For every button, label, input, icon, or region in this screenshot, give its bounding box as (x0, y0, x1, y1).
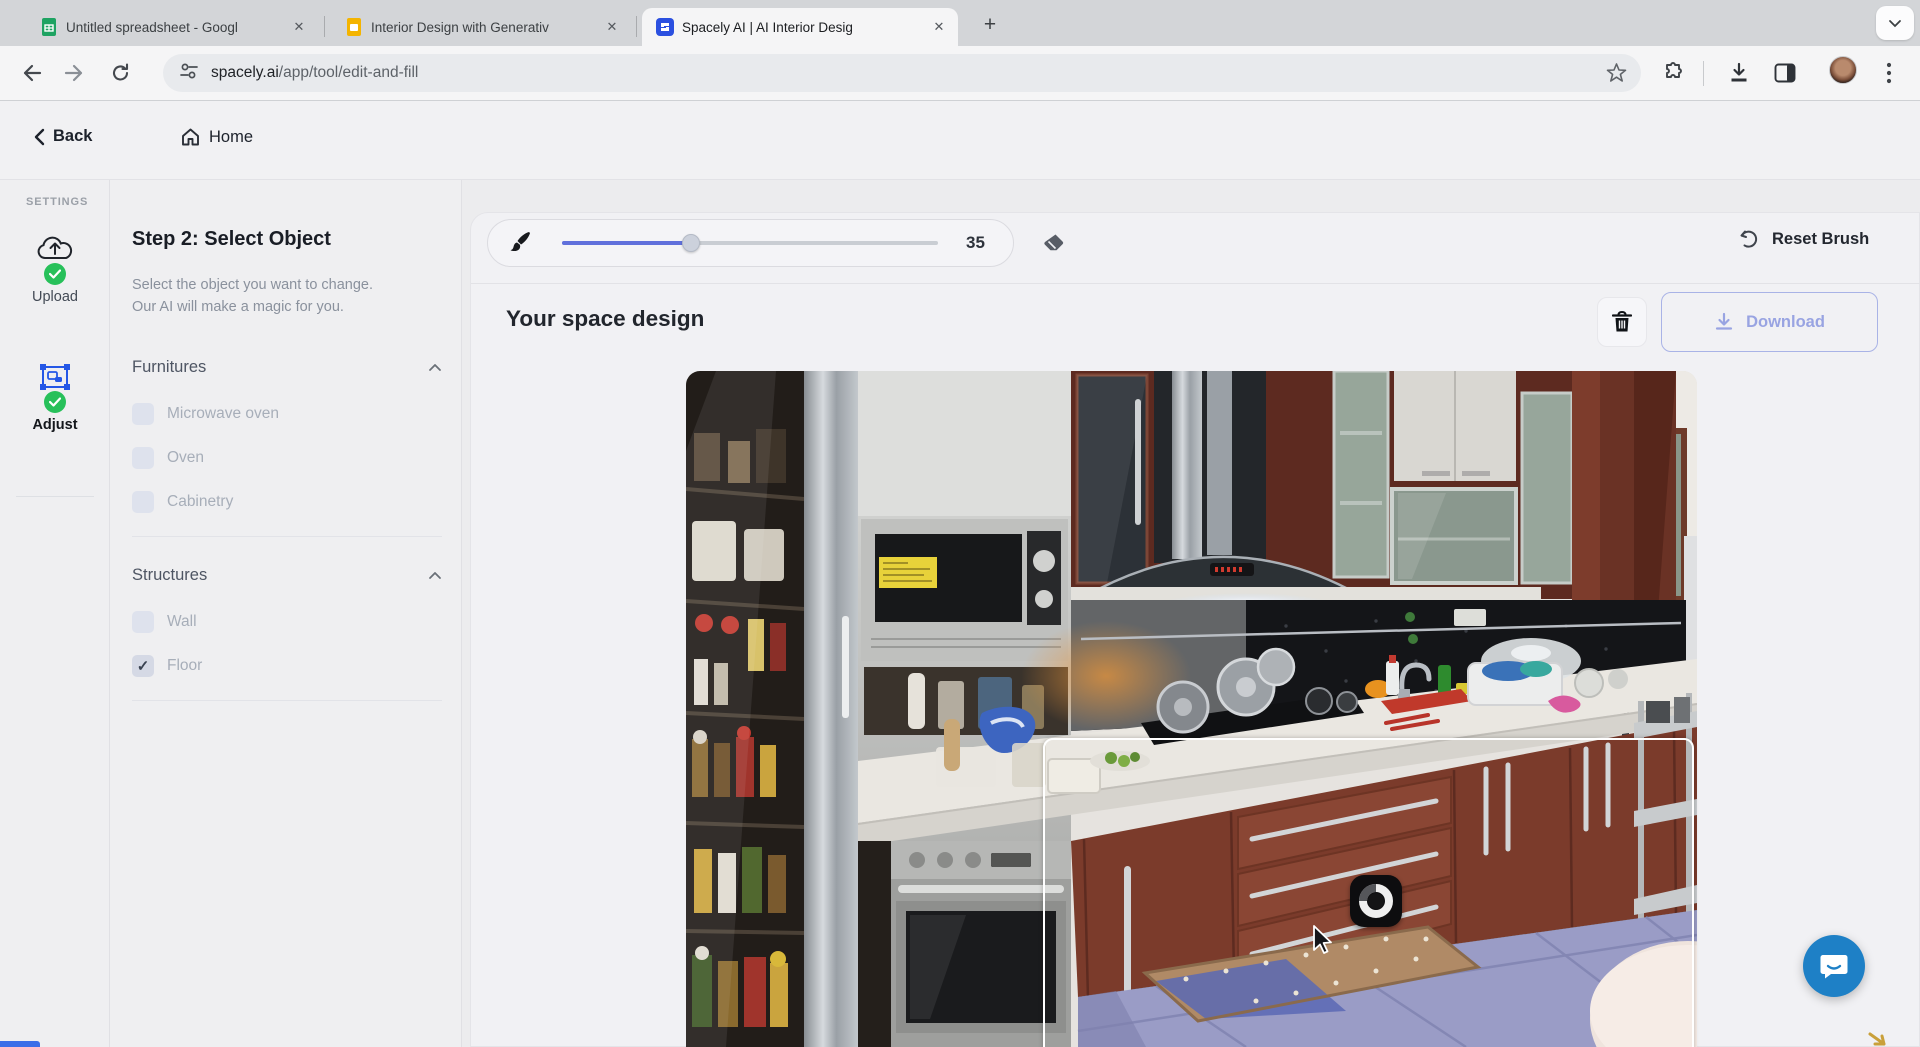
panel-title: Step 2: Select Object (132, 228, 331, 251)
step-complete-badge (44, 391, 66, 413)
address-bar[interactable]: spacely.ai/app/tool/edit-and-fill (163, 54, 1641, 92)
chevron-down-icon (1888, 19, 1902, 28)
checkbox[interactable] (132, 403, 154, 425)
upload-cloud-icon (35, 234, 75, 264)
checkbox[interactable] (132, 491, 154, 513)
checkbox[interactable] (132, 447, 154, 469)
site-settings-icon[interactable] (179, 62, 199, 85)
checkbox[interactable] (132, 611, 154, 633)
chevron-up-icon (428, 571, 442, 580)
space-design-title: Your space design (506, 306, 704, 332)
chat-launcher-button[interactable] (1803, 935, 1865, 997)
panel-divider (132, 700, 442, 701)
forward-nav-icon[interactable] (58, 56, 92, 90)
tab-search-button[interactable] (1876, 6, 1914, 40)
back-nav-icon[interactable] (14, 56, 48, 90)
brush-size-slider[interactable] (562, 241, 938, 245)
download-button[interactable]: Download (1661, 292, 1878, 352)
checkbox-row-oven[interactable]: Oven (132, 446, 442, 470)
tab-title: Spacely AI | AI Interior Desig (682, 20, 922, 35)
mouse-pointer-icon (1310, 924, 1334, 961)
checkbox-row-wall[interactable]: Wall (132, 610, 442, 634)
brush-size-control: 35 (487, 219, 1014, 267)
step-upload[interactable]: Upload (0, 234, 110, 305)
tab-google-sheets[interactable]: Untitled spreadsheet - Googl ✕ (26, 8, 318, 46)
home-icon (180, 127, 201, 147)
browser-tab-strip: Untitled spreadsheet - Googl ✕ Interior … (0, 0, 1920, 46)
side-panel-icon[interactable] (1768, 56, 1802, 90)
panel-divider (132, 536, 442, 537)
new-tab-button[interactable]: + (976, 12, 1004, 40)
url-text: spacely.ai/app/tool/edit-and-fill (211, 64, 418, 82)
tab-separator (324, 16, 325, 37)
tab-interior-design-doc[interactable]: Interior Design with Generativ ✕ (331, 8, 631, 46)
google-sheets-icon (40, 18, 58, 36)
rail-divider (16, 496, 94, 497)
app-header: Back Home Edit and fill object Upgrade t… (0, 101, 1920, 180)
browser-menu-icon[interactable] (1872, 56, 1906, 90)
home-button[interactable]: Home (180, 127, 253, 147)
steps-rail: SETTINGS Upload Adjust (0, 180, 110, 1047)
tab-spacely-active[interactable]: Spacely AI | AI Interior Desig ✕ (642, 8, 958, 46)
check-icon: ✓ (137, 657, 150, 675)
spacely-icon (656, 18, 674, 36)
group-furnitures[interactable]: Furnitures (132, 358, 442, 377)
panel-description: Select the object you want to change. Ou… (132, 274, 382, 318)
tab-separator (636, 16, 637, 37)
extensions-icon[interactable] (1656, 56, 1690, 90)
downloads-icon[interactable] (1722, 56, 1756, 90)
microwave (861, 519, 1068, 661)
step-label: Adjust (0, 417, 110, 433)
trash-icon (1612, 311, 1632, 333)
brush-icon[interactable] (508, 229, 532, 258)
checkbox-checked[interactable]: ✓ (132, 655, 154, 677)
brush-cursor[interactable] (1350, 875, 1402, 927)
back-button[interactable]: Back (34, 127, 92, 146)
brush-size-value: 35 (966, 233, 985, 253)
chat-bubble-icon (1819, 952, 1849, 980)
chevron-left-icon (34, 128, 45, 146)
checkbox-row-floor[interactable]: ✓ Floor (132, 654, 442, 678)
step-adjust[interactable]: Adjust (0, 362, 110, 433)
select-object-panel: Step 2: Select Object Select the object … (110, 180, 462, 1047)
reload-icon[interactable] (104, 56, 138, 90)
profile-avatar[interactable] (1829, 56, 1857, 84)
eraser-button[interactable] (1034, 226, 1074, 260)
close-icon[interactable]: ✕ (290, 18, 308, 36)
bookmark-star-icon[interactable] (1606, 62, 1627, 88)
workspace-divider (471, 283, 1920, 284)
group-structures[interactable]: Structures (132, 566, 442, 585)
chevron-up-icon (428, 363, 442, 372)
delete-design-button[interactable] (1597, 297, 1647, 347)
reset-brush-button[interactable]: Reset Brush (1738, 228, 1869, 250)
download-icon (1714, 312, 1734, 332)
settings-label: SETTINGS (26, 196, 88, 208)
toolbar-divider (1703, 61, 1704, 86)
slider-thumb[interactable] (682, 234, 700, 252)
close-icon[interactable]: ✕ (930, 18, 948, 36)
adjust-selection-icon (37, 362, 73, 392)
reset-icon (1738, 228, 1760, 250)
tab-title: Interior Design with Generativ (371, 20, 595, 35)
resize-arrow-icon (1866, 1032, 1892, 1047)
step-label: Upload (0, 289, 110, 305)
checkbox-row-microwave-oven[interactable]: Microwave oven (132, 402, 442, 426)
eraser-icon (1041, 231, 1067, 255)
google-slides-icon (345, 18, 363, 36)
bottom-left-chip (0, 1041, 40, 1047)
close-icon[interactable]: ✕ (603, 18, 621, 36)
slider-fill (562, 241, 691, 245)
step-complete-badge (44, 263, 66, 285)
tab-title: Untitled spreadsheet - Googl (66, 20, 282, 35)
browser-toolbar: spacely.ai/app/tool/edit-and-fill (0, 46, 1920, 101)
checkbox-row-cabinetry[interactable]: Cabinetry (132, 490, 442, 514)
